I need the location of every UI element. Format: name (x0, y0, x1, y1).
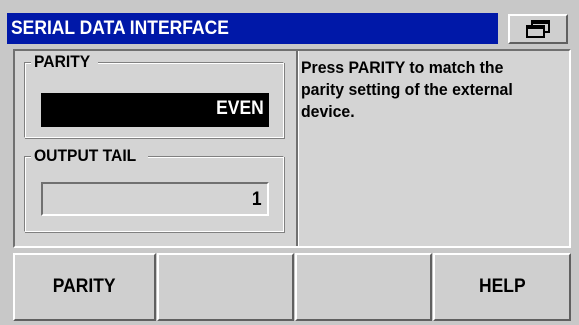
softkey-blank-3[interactable] (295, 253, 432, 321)
parity-label: PARITY (31, 53, 99, 71)
output-tail-label: OUTPUT TAIL (31, 147, 149, 165)
main-panel: PARITY EVEN OUTPUT TAIL 1 Press PARITY t… (13, 49, 571, 248)
softkey-blank-2[interactable] (157, 253, 294, 321)
window-toggle-icon (526, 20, 550, 38)
softkey-parity[interactable]: PARITY (13, 253, 156, 321)
softkey-bar: PARITY HELP (0, 250, 579, 325)
screen-title: SERIAL DATA INTERFACE (7, 13, 498, 44)
panel-divider (296, 51, 299, 246)
dro-screen: SERIAL DATA INTERFACE PARITY EVEN OUTPUT… (0, 0, 579, 325)
title-bar: SERIAL DATA INTERFACE (2, 4, 576, 46)
window-toggle-button[interactable] (508, 14, 568, 44)
parity-field[interactable]: EVEN (41, 93, 269, 127)
softkey-help[interactable]: HELP (433, 253, 571, 321)
output-tail-group: OUTPUT TAIL 1 (24, 147, 284, 232)
output-tail-field[interactable]: 1 (41, 182, 269, 216)
parity-group: PARITY EVEN (24, 53, 284, 138)
help-text: Press PARITY to match the parity setting… (301, 58, 513, 121)
